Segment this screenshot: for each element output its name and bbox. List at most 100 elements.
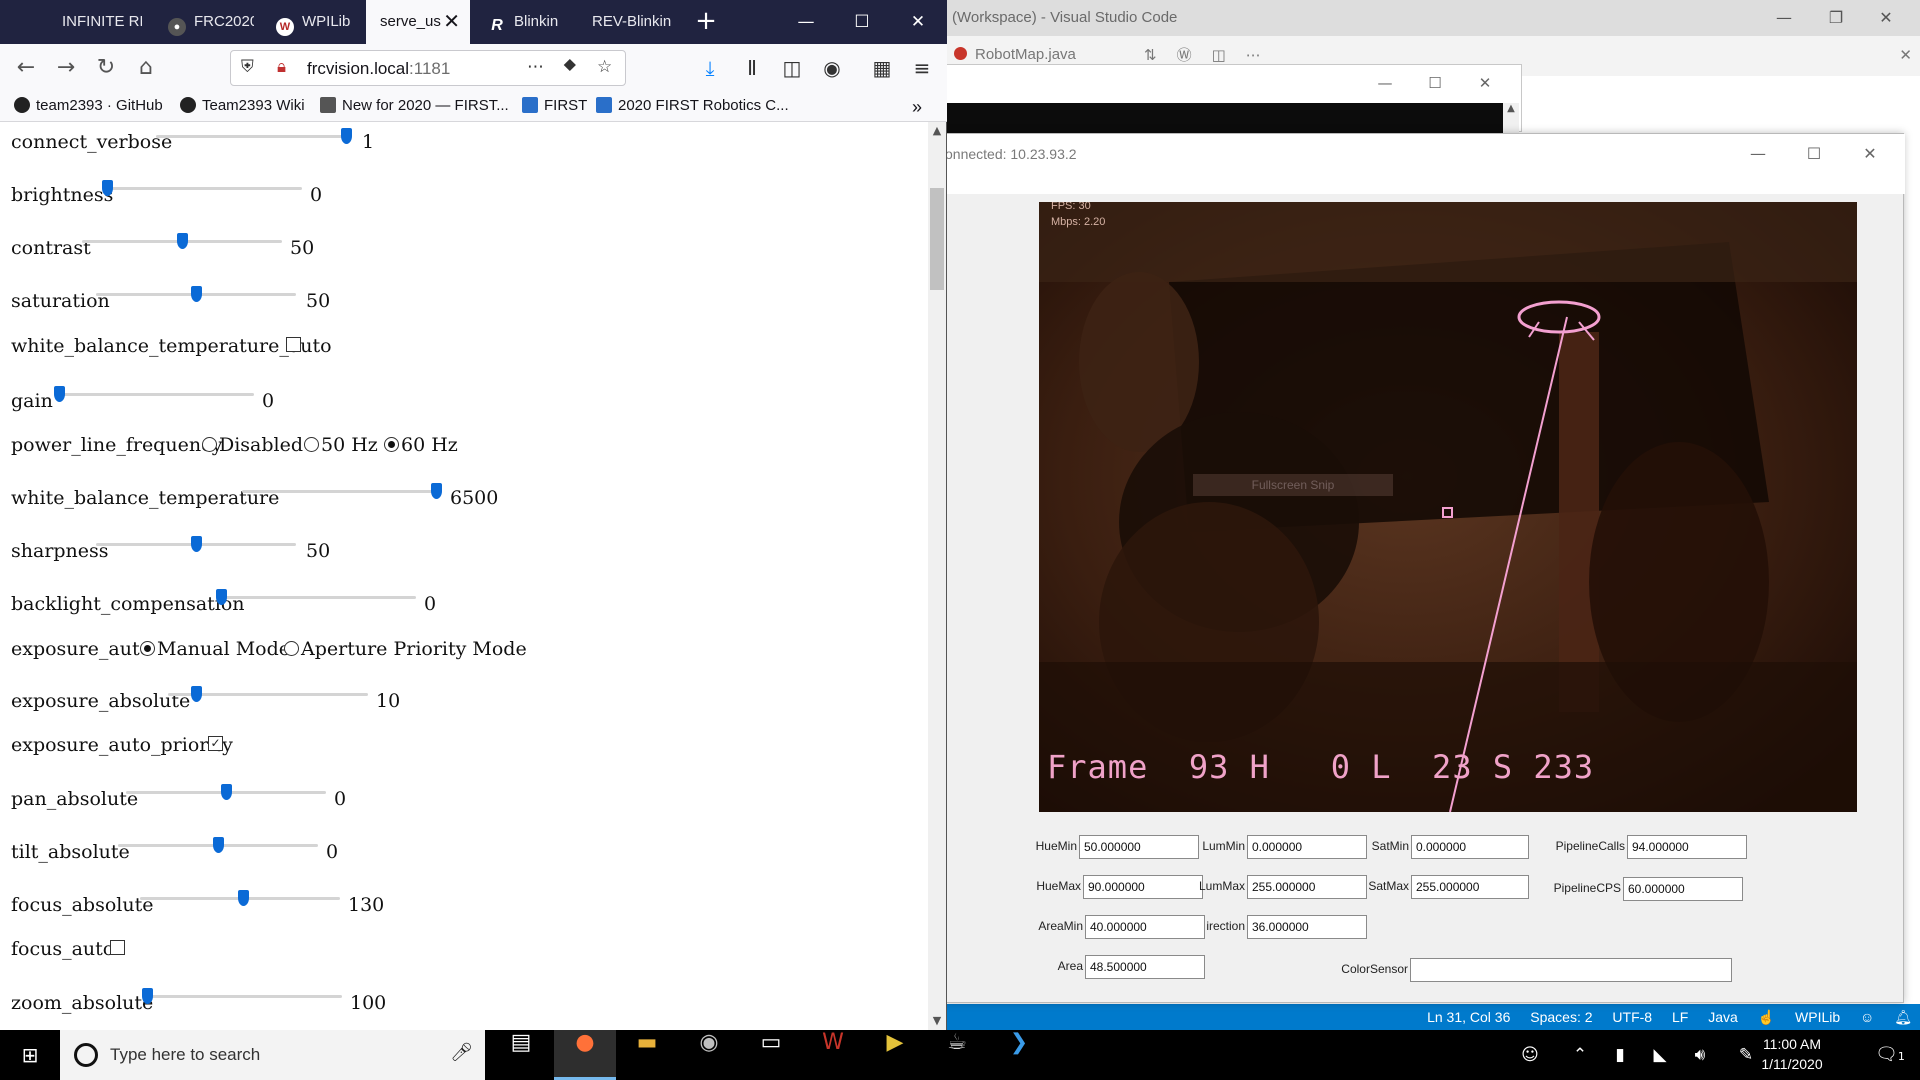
more-bookmarks-icon[interactable]: » — [912, 97, 922, 118]
taskbar-search[interactable]: Type here to search 🎤︎ — [60, 1030, 485, 1080]
bookmark-new-for-2020[interactable]: New for 2020 — FIRST... — [320, 97, 509, 114]
microphone-icon[interactable]: 🎤︎ — [450, 1042, 473, 1063]
satmax-field[interactable]: SatMax — [1368, 875, 1529, 899]
bookmark-star-icon[interactable]: ☆ — [597, 57, 612, 77]
saturation-slider[interactable] — [96, 284, 296, 304]
exposure-option-manual[interactable]: Manual Mode — [140, 638, 290, 660]
slider-thumb[interactable] — [102, 180, 113, 196]
minimize-icon[interactable]: — — [1764, 4, 1804, 32]
url-text[interactable]: frcvision.local:1181 — [307, 59, 450, 79]
exposure-option-aperture[interactable]: Aperture Priority Mode — [284, 638, 527, 660]
status-cursor-position[interactable]: Ln 31, Col 36 — [1427, 1009, 1510, 1025]
page-actions-icon[interactable]: ⋯ — [527, 57, 544, 77]
forward-icon[interactable]: → — [50, 52, 82, 84]
bookmark-team2393-wiki[interactable]: Team2393 Wiki — [180, 97, 305, 114]
plf-option-50hz[interactable]: 50 Hz — [304, 434, 378, 456]
huemin-field[interactable]: HueMin — [1036, 835, 1199, 859]
status-indentation[interactable]: Spaces: 2 — [1530, 1009, 1592, 1025]
huemax-input[interactable] — [1083, 875, 1203, 899]
windows-start-icon[interactable]: ⊞ — [0, 1030, 60, 1080]
extensions-icon[interactable]: ▦ — [866, 52, 898, 84]
menu-icon[interactable]: ≡ — [906, 52, 938, 84]
page-scrollbar[interactable]: ▲ ▼ — [928, 122, 946, 1030]
back-icon[interactable]: ← — [10, 52, 42, 84]
gain-slider[interactable] — [54, 384, 254, 404]
new-tab-icon[interactable]: + — [690, 0, 722, 44]
scrollbar-thumb[interactable] — [930, 188, 944, 290]
system-clock[interactable]: 11:00 AM 1/11/2020 — [1752, 1034, 1832, 1074]
slider-thumb[interactable] — [216, 589, 227, 605]
colorsensor-input[interactable] — [1410, 958, 1732, 982]
wifi-icon[interactable]: ◣ — [1640, 1030, 1680, 1080]
tab-frc2020[interactable]: ● FRC2020 — [154, 0, 254, 44]
feedback-icon[interactable]: ☝ — [1758, 1009, 1775, 1025]
wpilib-taskbar-icon[interactable]: W — [802, 1030, 864, 1080]
lummin-field[interactable]: LumMin — [1202, 835, 1367, 859]
radio-button[interactable] — [384, 437, 399, 452]
areamin-input[interactable] — [1085, 915, 1205, 939]
close-icon[interactable]: ✕ — [1465, 71, 1505, 95]
bookmark-frc-2020[interactable]: 2020 FIRST Robotics C... — [596, 97, 789, 114]
file-explorer-icon[interactable]: ▬ — [616, 1030, 678, 1080]
slider-thumb[interactable] — [238, 890, 249, 906]
maximize-icon[interactable]: ☐ — [834, 0, 890, 44]
tab-wpilib[interactable]: W WPILib — [262, 0, 362, 44]
plf-option-60hz[interactable]: 60 Hz — [384, 434, 458, 456]
huemin-input[interactable] — [1079, 835, 1199, 859]
brightness-slider[interactable] — [102, 178, 302, 198]
slider-thumb[interactable] — [191, 286, 202, 302]
close-tab-icon[interactable]: ✕ — [443, 0, 460, 44]
pipelinecalls-field[interactable]: PipelineCalls — [1556, 835, 1747, 859]
tab-infinite-recharge[interactable]: INFINITE RE — [48, 0, 142, 44]
zoom-absolute-slider[interactable] — [142, 986, 342, 1006]
satmin-field[interactable]: SatMin — [1372, 835, 1529, 859]
status-encoding[interactable]: UTF-8 — [1612, 1009, 1652, 1025]
huemax-field[interactable]: HueMax — [1036, 875, 1203, 899]
media-app-icon[interactable]: ▶ — [864, 1030, 926, 1080]
library-icon[interactable]: Ⅱ — [736, 52, 768, 84]
scroll-up-icon[interactable]: ▲ — [1503, 103, 1519, 133]
slider-thumb[interactable] — [142, 988, 153, 1004]
shield-icon[interactable]: ⛨ — [241, 57, 254, 77]
direction-input[interactable] — [1247, 915, 1367, 939]
task-view-icon[interactable]: ▤ — [490, 1030, 552, 1080]
bell-icon[interactable]: 🔔︎ — [1894, 1009, 1912, 1025]
status-eol[interactable]: LF — [1672, 1009, 1688, 1025]
areamin-field[interactable]: AreaMin — [1038, 915, 1205, 939]
radio-button[interactable] — [304, 437, 319, 452]
tab-serve-usb[interactable]: serve_us ✕ — [366, 0, 470, 44]
close-panel-icon[interactable]: ✕ — [1899, 46, 1912, 64]
terminal-icon[interactable]: ▭ — [740, 1030, 802, 1080]
pocket-icon[interactable]: ⯁ — [563, 57, 577, 77]
downloads-icon[interactable]: ⤓ — [694, 52, 726, 84]
vscode-taskbar-icon[interactable]: ❯ — [988, 1030, 1050, 1080]
reload-icon[interactable]: ↻ — [90, 52, 122, 84]
java-app-icon[interactable]: ☕ — [926, 1030, 988, 1080]
close-icon[interactable]: ✕ — [1847, 140, 1893, 168]
slider-thumb[interactable] — [191, 686, 202, 702]
compare-icon[interactable]: ⇅ — [1144, 46, 1157, 64]
firefox-taskbar-icon[interactable]: ● — [554, 1030, 616, 1080]
more-icon[interactable]: ⋯ — [1246, 46, 1261, 64]
wbt-slider[interactable] — [242, 481, 442, 501]
radio-button[interactable] — [284, 641, 299, 656]
url-bar[interactable]: ⛨ 🔒︎ frcvision.local:1181 ⋯ ⯁ ☆ — [230, 50, 626, 86]
area-input[interactable] — [1085, 955, 1205, 979]
minimize-icon[interactable]: — — [778, 0, 834, 44]
maximize-icon[interactable]: ☐ — [1791, 140, 1837, 168]
close-icon[interactable]: ✕ — [1866, 4, 1906, 32]
slider-thumb[interactable] — [177, 233, 188, 249]
satmax-input[interactable] — [1411, 875, 1529, 899]
people-icon[interactable]: ☺ — [1510, 1030, 1550, 1080]
minimize-icon[interactable]: — — [1365, 71, 1405, 95]
pipelinecps-input[interactable] — [1623, 877, 1743, 901]
lummax-input[interactable] — [1247, 875, 1367, 899]
driver-station-icon[interactable]: ◉ — [678, 1030, 740, 1080]
wbt-auto-checkbox[interactable] — [286, 337, 301, 352]
scroll-up-icon[interactable]: ▲ — [928, 122, 946, 140]
restore-icon[interactable]: ❐ — [1816, 4, 1856, 32]
colorsensor-field[interactable]: ColorSensor — [1341, 958, 1732, 982]
tab-rev-blinkin[interactable]: REV-Blinkin — [578, 0, 682, 44]
slider-thumb[interactable] — [191, 536, 202, 552]
tab-blinkin[interactable]: R Blinkin — [474, 0, 574, 44]
